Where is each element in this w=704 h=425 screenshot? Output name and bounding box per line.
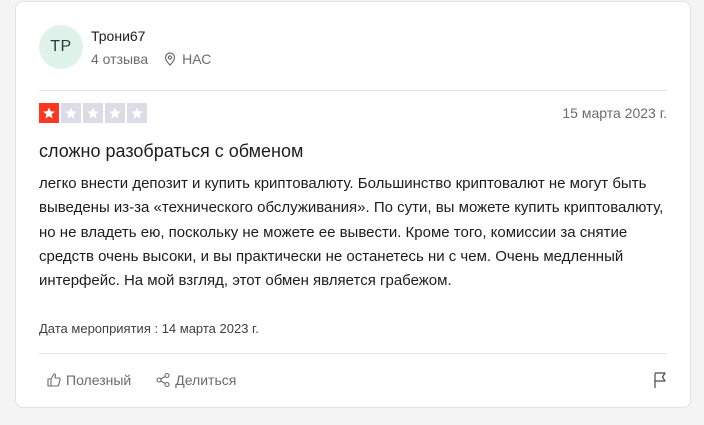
report-button[interactable] bbox=[652, 371, 668, 394]
location: НАС bbox=[164, 51, 211, 67]
map-pin-icon bbox=[165, 52, 176, 66]
review-date: 15 марта 2023 г. bbox=[562, 105, 667, 121]
star-rating bbox=[39, 103, 147, 123]
divider bbox=[39, 353, 667, 354]
review-body: легко внести депозит и купить криптовалю… bbox=[39, 175, 664, 290]
location-text: НАС bbox=[182, 51, 212, 67]
author-meta: 4 отзыва НАС bbox=[91, 51, 211, 67]
review-title[interactable]: сложно разобраться с обменом bbox=[39, 141, 303, 162]
share-label: Делиться bbox=[175, 372, 237, 388]
flag-icon bbox=[654, 372, 666, 388]
star-filled-icon bbox=[39, 103, 59, 123]
star-empty-icon bbox=[61, 103, 81, 123]
avatar[interactable]: TP bbox=[39, 25, 83, 69]
author-name[interactable]: Трони67 bbox=[91, 28, 145, 44]
useful-label: Полезный bbox=[66, 372, 132, 388]
thumbs-up-icon bbox=[47, 373, 61, 387]
review-card: TP Трони67 4 отзыва НАС 15 марта 2023 г.… bbox=[15, 1, 691, 408]
share-button[interactable]: Делиться bbox=[155, 372, 236, 388]
share-icon bbox=[156, 372, 170, 388]
divider bbox=[39, 90, 667, 91]
reviews-count: 4 отзыва bbox=[91, 51, 149, 67]
star-empty-icon bbox=[83, 103, 103, 123]
event-date: Дата мероприятия : 14 марта 2023 г. bbox=[39, 321, 259, 336]
star-empty-icon bbox=[105, 103, 125, 123]
star-empty-icon bbox=[127, 103, 147, 123]
review-actions: Полезный Делиться bbox=[46, 372, 236, 388]
useful-button[interactable]: Полезный bbox=[46, 372, 131, 388]
